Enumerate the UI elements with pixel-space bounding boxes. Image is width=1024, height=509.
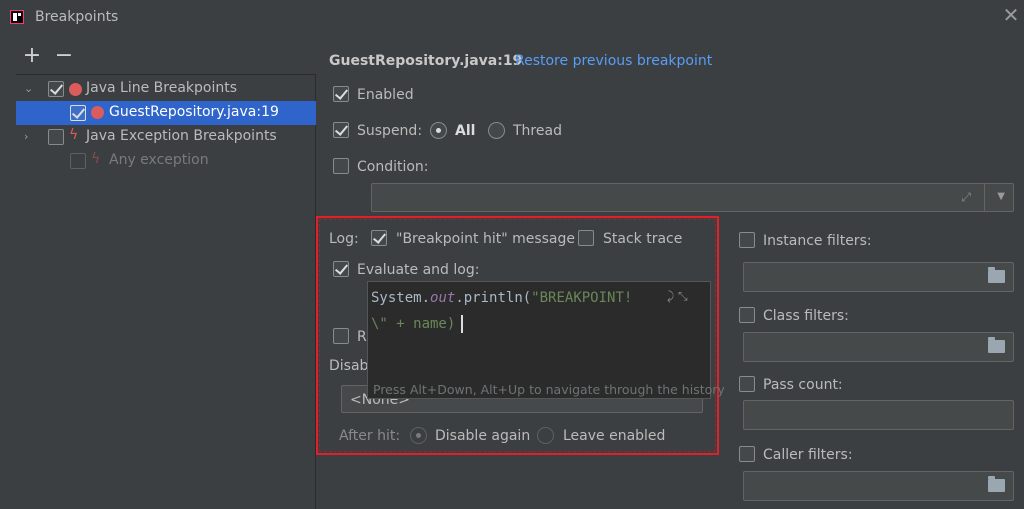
after-hit-label: After hit: <box>339 428 401 444</box>
enabled-label: Enabled <box>357 87 414 103</box>
evaluate-and-log-checkbox[interactable] <box>333 261 349 277</box>
folder-icon[interactable] <box>988 267 1005 283</box>
class-filters-checkbox[interactable] <box>739 307 755 323</box>
close-icon[interactable]: ✕ <box>1001 3 1021 27</box>
code-text: System. <box>371 290 431 306</box>
suspend-label: Suspend: <box>357 123 423 139</box>
java-exception-breakpoints-checkbox[interactable] <box>48 129 64 145</box>
red-dot-icon <box>69 83 82 96</box>
disable-again-radio[interactable] <box>410 427 427 444</box>
condition-checkbox[interactable] <box>333 158 349 174</box>
folder-icon[interactable] <box>988 337 1005 353</box>
lightning-icon: ϟ <box>91 151 101 167</box>
folder-icon[interactable] <box>988 476 1005 492</box>
add-breakpoint-button[interactable]: + <box>22 45 42 67</box>
pass-count-label: Pass count: <box>763 377 843 393</box>
tree-item-label: GuestRepository.java:19 <box>109 104 279 120</box>
log-label: Log: <box>329 231 359 247</box>
suspend-thread-radio[interactable] <box>488 122 505 139</box>
breakpoint-file-title: GuestRepository.java:19 <box>329 53 523 69</box>
remove-once-hit-label: R <box>357 329 367 345</box>
stack-trace-label: Stack trace <box>603 231 683 247</box>
caller-filters-input[interactable] <box>743 471 1014 501</box>
suspend-checkbox[interactable] <box>333 122 349 138</box>
instance-filters-input[interactable] <box>743 262 1014 292</box>
stack-trace-checkbox[interactable] <box>578 230 594 246</box>
expression-code[interactable]: System.out.println("BREAKPOINT! \" + nam… <box>371 285 632 337</box>
condition-input[interactable]: ⤢ ▼ <box>371 183 1014 212</box>
evaluate-and-log-label: Evaluate and log: <box>357 262 480 278</box>
intellij-app-icon <box>10 10 24 24</box>
class-filters-label: Class filters: <box>763 308 849 324</box>
expand-icon[interactable]: ⤢ <box>961 190 971 205</box>
leave-enabled-radio[interactable] <box>537 427 554 444</box>
remove-once-hit-checkbox[interactable] <box>333 328 349 344</box>
suspend-all-radio[interactable] <box>430 122 447 139</box>
code-string: \" + name) <box>371 316 456 332</box>
any-exception-checkbox[interactable] <box>70 153 86 169</box>
tree-item-java-exception-breakpoints[interactable]: › ϟ Java Exception Breakpoints <box>16 125 316 149</box>
restore-previous-breakpoint-link[interactable]: Restore previous breakpoint <box>515 53 712 69</box>
history-hint: Press Alt+Down, Alt+Up to navigate throu… <box>373 382 725 397</box>
remove-breakpoint-button[interactable]: − <box>54 45 74 67</box>
java-line-breakpoints-checkbox[interactable] <box>48 81 64 97</box>
instance-filters-label: Instance filters: <box>763 233 872 249</box>
breakpoint-hit-message-label: "Breakpoint hit" message <box>396 231 576 247</box>
breakpoints-tree: ⌄ Java Line Breakpoints GuestRepository.… <box>16 74 316 509</box>
guestrepository-checkbox[interactable] <box>70 105 86 121</box>
tree-item-label: Java Exception Breakpoints <box>86 128 277 144</box>
window-title: Breakpoints <box>35 9 119 25</box>
editor-toolbar: ⤸ ⤡ <box>667 289 688 304</box>
tree-item-any-exception[interactable]: ϟ Any exception <box>16 149 316 173</box>
text-caret <box>461 315 464 333</box>
disable-again-label: Disable again <box>435 428 531 444</box>
leave-enabled-label: Leave enabled <box>563 428 666 444</box>
caller-filters-label: Caller filters: <box>763 447 853 463</box>
suspend-thread-label: Thread <box>513 123 562 139</box>
class-filters-input[interactable] <box>743 332 1014 362</box>
chevron-down-icon[interactable]: ⌄ <box>24 80 36 98</box>
chevron-down-icon[interactable]: ▼ <box>997 191 1005 202</box>
lightning-icon: ϟ <box>69 127 79 143</box>
disable-until-label: Disab <box>329 358 369 374</box>
pass-count-checkbox[interactable] <box>739 376 755 392</box>
code-text: .println( <box>455 290 532 306</box>
collapse-icon[interactable]: ⤡ <box>678 289 688 303</box>
pass-count-input[interactable] <box>743 400 1014 430</box>
breakpoint-hit-message-checkbox[interactable] <box>371 230 387 246</box>
tree-item-label: Any exception <box>109 152 209 168</box>
title-bar <box>0 0 1024 36</box>
suspend-all-label: All <box>455 123 476 139</box>
breakpoint-verified-icon <box>91 106 104 119</box>
tree-item-guestrepository[interactable]: GuestRepository.java:19 <box>16 101 316 125</box>
chevron-right-icon[interactable]: › <box>24 128 36 146</box>
combo-divider <box>984 184 985 211</box>
code-string: "BREAKPOINT! <box>531 290 633 306</box>
wrap-icon[interactable]: ⤸ <box>667 289 674 303</box>
enabled-checkbox[interactable] <box>333 86 349 102</box>
tree-item-java-line-breakpoints[interactable]: ⌄ Java Line Breakpoints <box>16 77 316 101</box>
tree-item-label: Java Line Breakpoints <box>86 80 237 96</box>
condition-label: Condition: <box>357 159 429 175</box>
caller-filters-checkbox[interactable] <box>739 446 755 462</box>
instance-filters-checkbox[interactable] <box>739 232 755 248</box>
code-field: out <box>430 290 456 306</box>
